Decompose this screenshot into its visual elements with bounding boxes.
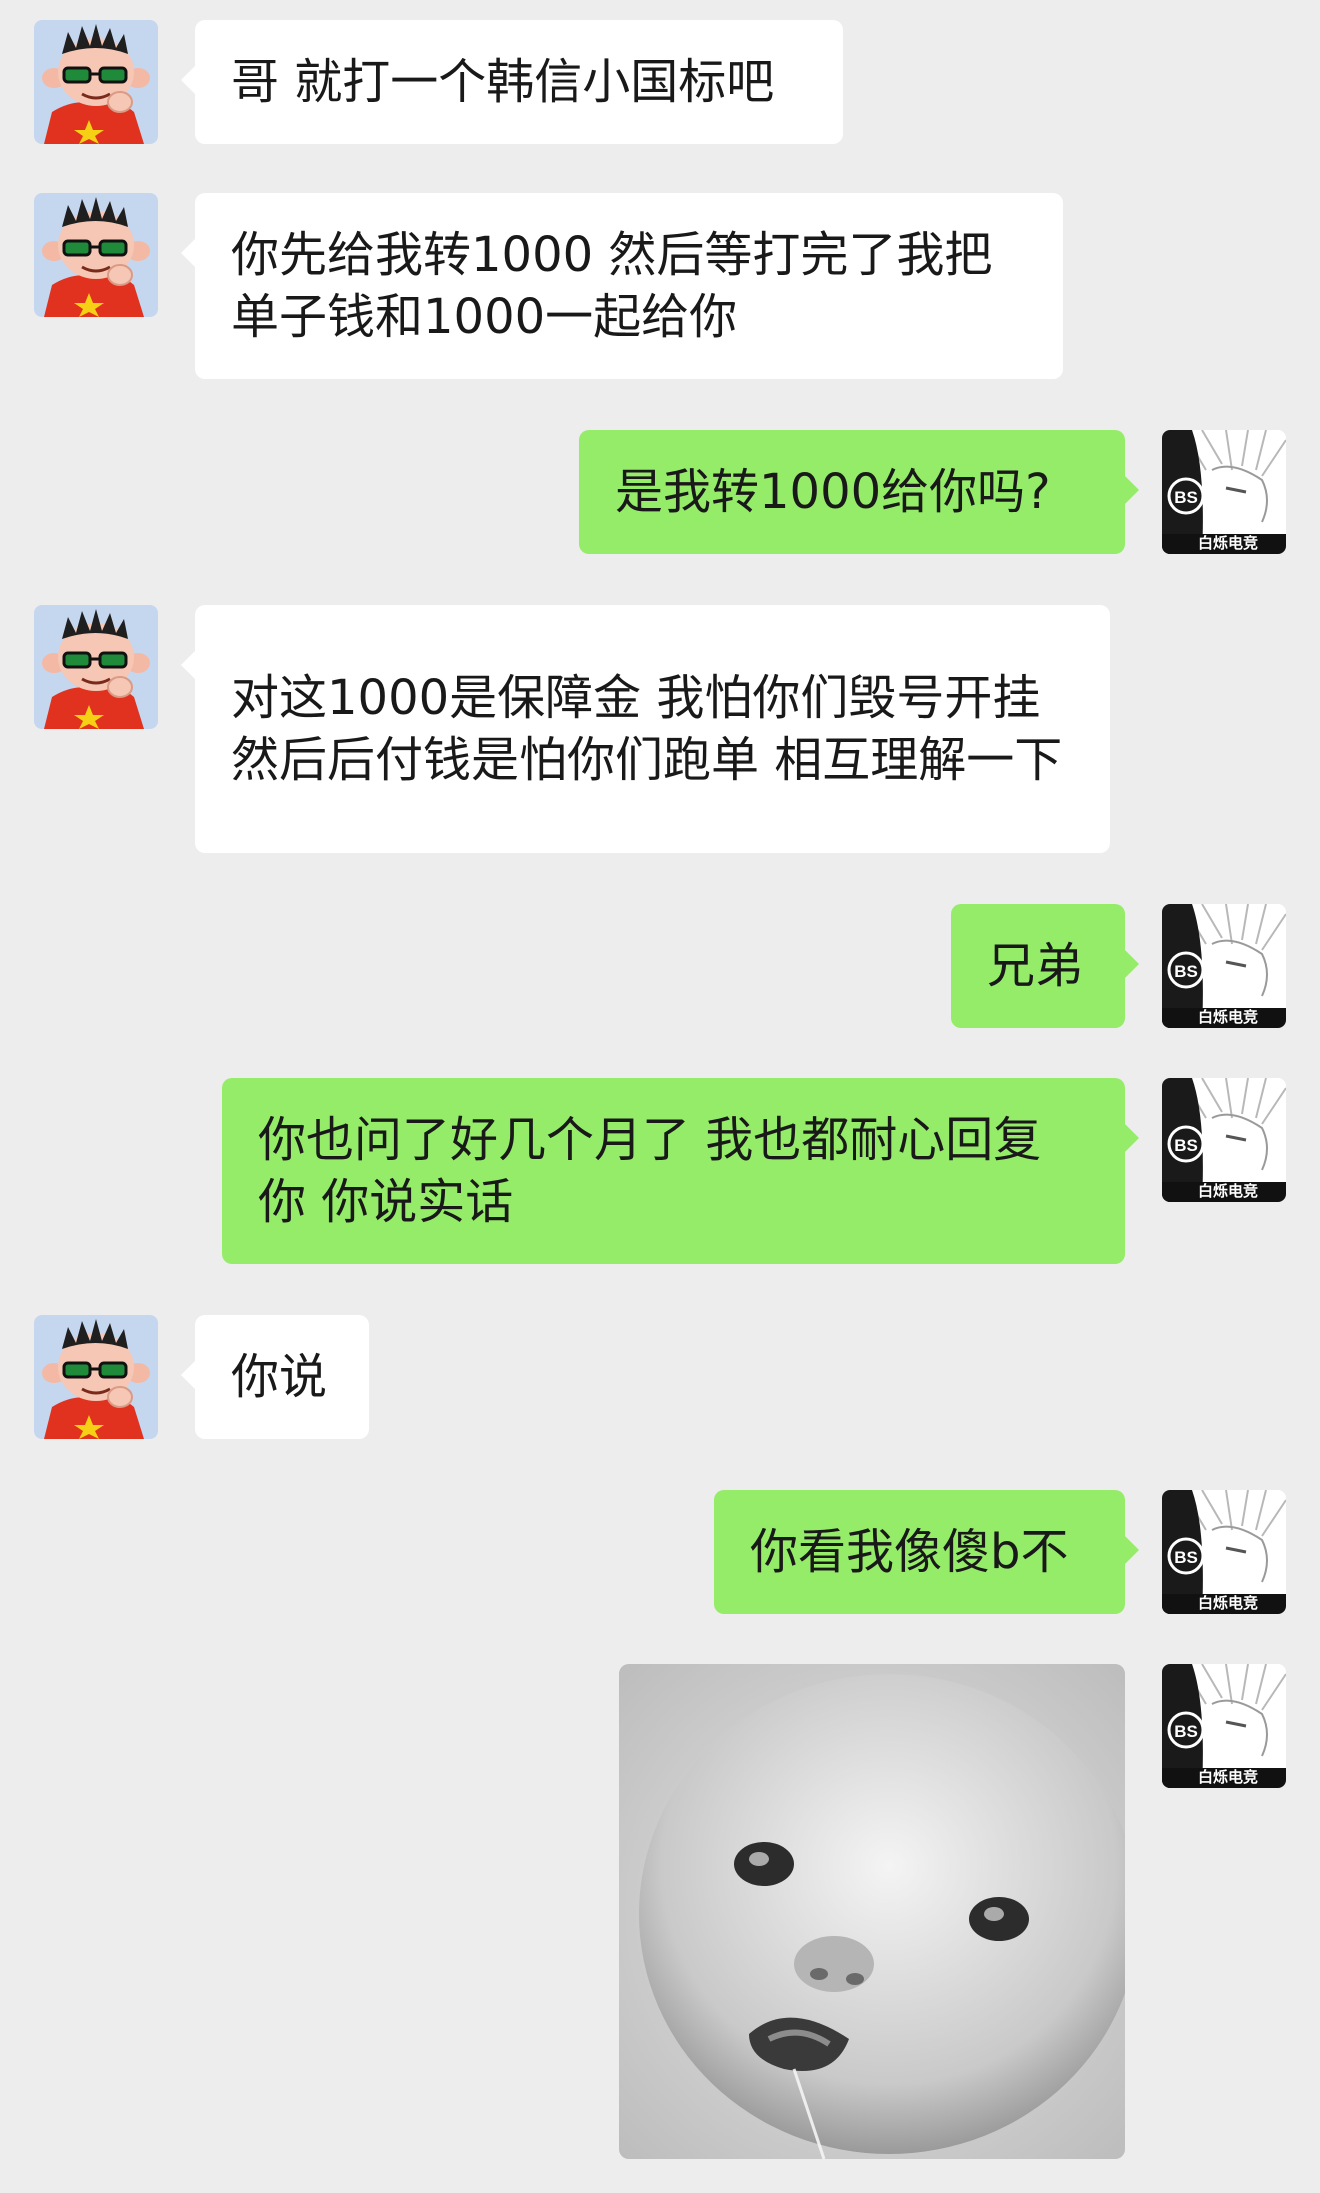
cartoon-boy-avatar-icon (34, 193, 158, 317)
message-text: 是我转1000给你吗? (615, 464, 1051, 520)
self-avatar[interactable]: 白烁电竞 (1162, 1078, 1286, 1202)
message-text: 你看我像傻b不 (750, 1524, 1069, 1580)
self-avatar[interactable]: 白烁电竞 (1162, 430, 1286, 554)
avatar-caption: 白烁电竞 (1198, 1768, 1259, 1786)
cartoon-boy-avatar-icon (34, 20, 158, 144)
message-text: 你说 (231, 1349, 328, 1405)
message-text: 兄弟 (987, 938, 1084, 994)
avatar-caption: 白烁电竞 (1198, 534, 1259, 552)
self-avatar[interactable]: 白烁电竞 (1162, 1664, 1286, 1788)
cartoon-boy-avatar-icon (34, 605, 158, 729)
self-avatar[interactable]: 白烁电竞 (1162, 1490, 1286, 1614)
message-text: 你也问了好几个月了 我也都耐心回复你 你说实话 (258, 1112, 1042, 1230)
contact-avatar[interactable] (34, 193, 158, 317)
message-bubble-incoming[interactable]: 你先给我转1000 然后等打完了我把单子钱和1000一起给你 (181, 193, 1063, 379)
message-text: 你先给我转1000 然后等打完了我把单子钱和1000一起给你 (231, 227, 993, 345)
message-bubble-incoming[interactable]: 对这1000是保障金 我怕你们毁号开挂 然后后付钱是怕你们跑单 相互理解一下 (181, 605, 1110, 853)
contact-avatar[interactable] (34, 20, 158, 144)
message-text: 哥 就打一个韩信小国标吧 (231, 54, 775, 110)
message-bubble-incoming[interactable]: 你说 (181, 1315, 369, 1439)
avatar-caption: 白烁电竞 (1198, 1594, 1259, 1612)
cartoon-boy-avatar-icon (34, 1315, 158, 1439)
sticker-message[interactable] (619, 1664, 1125, 2159)
baby-face-sticker-icon (619, 1664, 1125, 2159)
contact-avatar[interactable] (34, 1315, 158, 1439)
avatar-caption: 白烁电竞 (1198, 1008, 1259, 1026)
self-avatar[interactable]: 白烁电竞 (1162, 904, 1286, 1028)
contact-avatar[interactable] (34, 605, 158, 729)
message-text: 对这1000是保障金 我怕你们毁号开挂 然后后付钱是怕你们跑单 相互理解一下 (231, 670, 1063, 788)
message-bubble-incoming[interactable]: 哥 就打一个韩信小国标吧 (181, 20, 843, 144)
message-bubble-outgoing[interactable]: 你也问了好几个月了 我也都耐心回复你 你说实话 (222, 1078, 1139, 1264)
message-bubble-outgoing[interactable]: 你看我像傻b不 (714, 1490, 1139, 1614)
message-bubble-outgoing[interactable]: 兄弟 (951, 904, 1139, 1028)
avatar-caption: 白烁电竞 (1198, 1182, 1259, 1200)
message-bubble-outgoing[interactable]: 是我转1000给你吗? (579, 430, 1139, 554)
